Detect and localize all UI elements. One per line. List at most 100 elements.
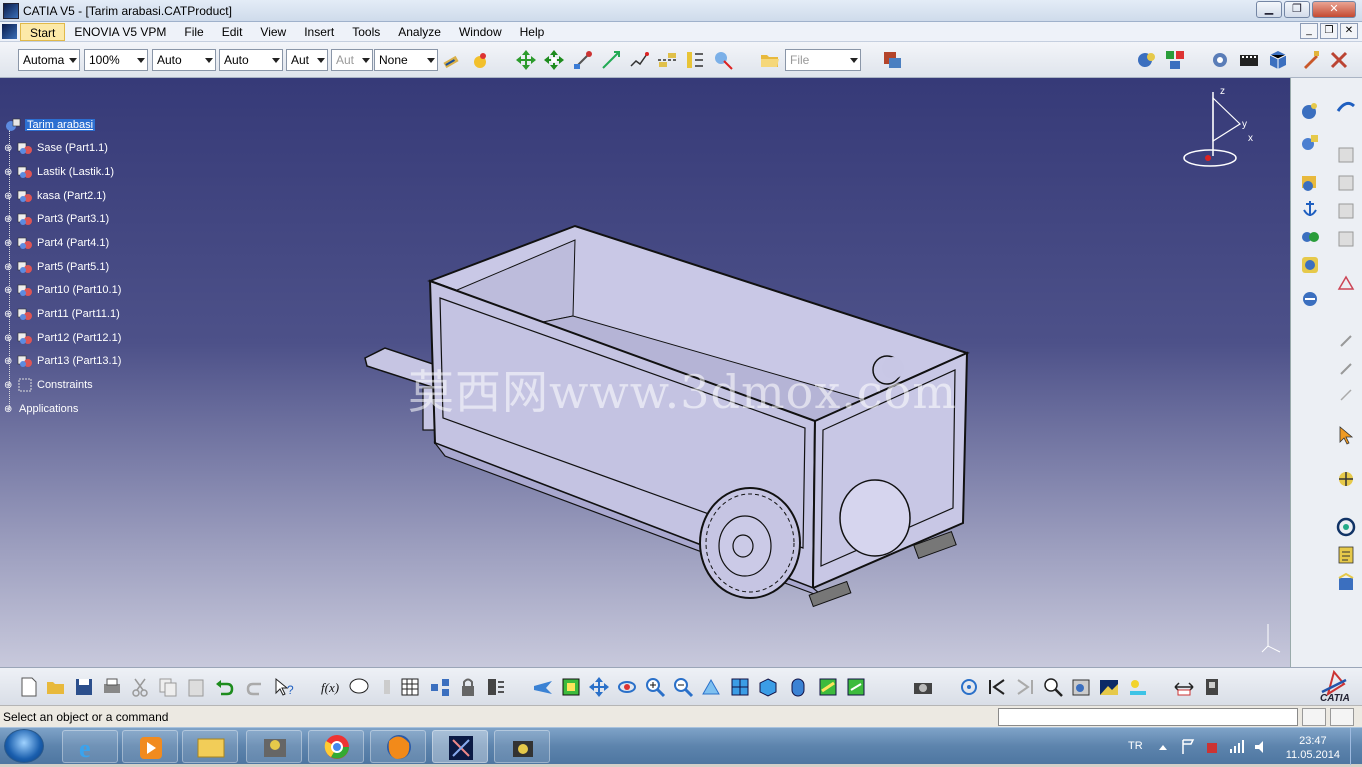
tree-item-part[interactable]: ⊕ Part11 (Part11.1)	[4, 305, 120, 323]
taskbar-clock[interactable]: 23:47 11.05.2014	[1286, 734, 1340, 762]
expand-plus-icon[interactable]: ⊕	[4, 309, 16, 320]
taskbar-catia[interactable]	[432, 730, 488, 763]
expand-plus-icon[interactable]: ⊕	[4, 404, 16, 415]
expand-plus-icon[interactable]: ⊕	[4, 356, 16, 367]
open-folder-icon[interactable]	[759, 49, 781, 71]
document-icon[interactable]	[1201, 676, 1223, 698]
whats-this-icon[interactable]: ?	[273, 676, 295, 698]
search-icon[interactable]	[1042, 676, 1064, 698]
taskbar-media-player[interactable]	[122, 730, 178, 763]
taskbar-ie[interactable]: e	[62, 730, 118, 763]
tree-item-part[interactable]: ⊕ Sase (Part1.1)	[4, 139, 108, 157]
file-combo[interactable]: File	[785, 49, 861, 71]
zoom-in-icon[interactable]	[644, 676, 666, 698]
expand-plus-icon[interactable]: ⊕	[4, 380, 16, 391]
expand-plus-icon[interactable]: ⊕	[4, 214, 16, 225]
menu-start[interactable]: Start	[20, 22, 66, 41]
select-arrow-icon[interactable]	[1335, 424, 1357, 446]
expand-plus-icon[interactable]: ⊕	[4, 143, 16, 154]
paste-icon[interactable]	[185, 676, 207, 698]
render-icon[interactable]	[1098, 676, 1120, 698]
doc-restore-button[interactable]: ❐	[1320, 23, 1338, 39]
tree-item-part[interactable]: ⊕ Part13 (Part13.1)	[4, 352, 121, 370]
replace-component-icon[interactable]	[1299, 226, 1321, 248]
camera-icon[interactable]	[912, 676, 934, 698]
multi-view-icon[interactable]	[729, 676, 751, 698]
fly-mode-icon[interactable]	[532, 676, 554, 698]
copy-icon[interactable]	[157, 676, 179, 698]
table-icon[interactable]	[399, 676, 421, 698]
shading-icon[interactable]	[787, 676, 809, 698]
properties-icon[interactable]	[1070, 676, 1092, 698]
new-file-icon[interactable]	[18, 676, 40, 698]
tree-item-part[interactable]: ⊕ Part3 (Part3.1)	[4, 210, 109, 228]
taskbar-explorer[interactable]	[182, 730, 238, 763]
publish-icon[interactable]	[485, 676, 507, 698]
swap-space-icon[interactable]	[845, 676, 867, 698]
constraint-coincidence-icon[interactable]	[1335, 144, 1357, 166]
graphic-properties-icon[interactable]	[469, 49, 491, 71]
constraint-angle-icon[interactable]	[1335, 228, 1357, 250]
tree-item-part[interactable]: ⊕ Part12 (Part12.1)	[4, 329, 121, 347]
menu-insert[interactable]: Insert	[295, 23, 343, 41]
cube-icon[interactable]	[1267, 49, 1289, 71]
reorder-icon[interactable]	[1299, 254, 1321, 276]
viewport-3d[interactable]: Tarim arabasi ⊕ Sase (Part1.1) ⊕ Lastik …	[0, 78, 1290, 667]
existing-component-icon[interactable]	[1299, 172, 1321, 194]
restore-button[interactable]: ❐	[1284, 1, 1310, 18]
tree-item-part[interactable]: ⊕ Lastik (Lastik.1)	[4, 163, 114, 181]
constraint-contact-icon[interactable]	[1335, 172, 1357, 194]
undo-icon[interactable]	[213, 676, 235, 698]
compass-icon[interactable]: z y x	[1180, 86, 1260, 174]
transparency-combo[interactable]: Auto	[219, 49, 283, 71]
taskbar-chrome[interactable]	[308, 730, 364, 763]
expand-plus-icon[interactable]: ⊕	[4, 191, 16, 202]
tree-item-part[interactable]: ⊕ Part5 (Part5.1)	[4, 258, 109, 276]
pan-icon[interactable]	[588, 676, 610, 698]
measure-inertia-icon[interactable]	[712, 49, 734, 71]
menu-file[interactable]: File	[175, 23, 212, 41]
menu-enovia[interactable]: ENOVIA V5 VPM	[65, 23, 175, 41]
taskbar-firefox[interactable]	[370, 730, 426, 763]
anchor-icon[interactable]	[1299, 198, 1321, 220]
stop-command-button[interactable]	[1330, 708, 1354, 726]
component-icon[interactable]	[1164, 49, 1186, 71]
close-button[interactable]: ✕	[1312, 1, 1356, 18]
layer-combo[interactable]: None	[374, 49, 438, 71]
tree-item-constraints[interactable]: ⊕ Constraints	[4, 376, 93, 394]
gear-icon[interactable]	[1209, 49, 1231, 71]
menu-help[interactable]: Help	[511, 23, 554, 41]
film-icon[interactable]	[1238, 49, 1260, 71]
tree-item-part[interactable]: ⊕ kasa (Part2.1)	[4, 187, 106, 205]
expand-plus-icon[interactable]: ⊕	[4, 238, 16, 249]
windows-start-button[interactable]	[4, 729, 44, 763]
taskbar-app[interactable]	[246, 730, 302, 763]
expand-plus-icon[interactable]: ⊕	[4, 333, 16, 344]
product-icon[interactable]	[1136, 49, 1158, 71]
linetype-combo[interactable]: Aut	[286, 49, 328, 71]
color-combo[interactable]: Auto	[152, 49, 216, 71]
tree-item-applications[interactable]: ⊕ Applications	[4, 400, 78, 418]
minimize-button[interactable]: ▁	[1256, 1, 1282, 18]
taskbar-hypercam[interactable]	[494, 730, 550, 763]
snap-icon[interactable]	[543, 49, 565, 71]
light-icon[interactable]	[1126, 676, 1148, 698]
menu-window[interactable]: Window	[450, 23, 511, 41]
tree-item-part[interactable]: ⊕ Part4 (Part4.1)	[4, 234, 109, 252]
manipulation-icon[interactable]	[515, 49, 537, 71]
cut-icon[interactable]	[129, 676, 151, 698]
power-input-button[interactable]	[1302, 708, 1326, 726]
measure-item-icon[interactable]	[684, 49, 706, 71]
menu-view[interactable]: View	[251, 23, 295, 41]
doc-close-button[interactable]: ✕	[1340, 23, 1358, 39]
menu-edit[interactable]: Edit	[213, 23, 252, 41]
quick-constraint-icon[interactable]	[1335, 358, 1357, 380]
document-icon[interactable]	[2, 24, 17, 39]
new-product-icon[interactable]	[1299, 132, 1321, 154]
tree-item-root[interactable]: Tarim arabasi	[4, 116, 96, 134]
fit-all-icon[interactable]	[560, 676, 582, 698]
clash-icon[interactable]	[628, 49, 650, 71]
formula-icon[interactable]: f(x)	[320, 676, 342, 698]
command-input[interactable]	[998, 708, 1298, 726]
expand-plus-icon[interactable]: ⊕	[4, 167, 16, 178]
